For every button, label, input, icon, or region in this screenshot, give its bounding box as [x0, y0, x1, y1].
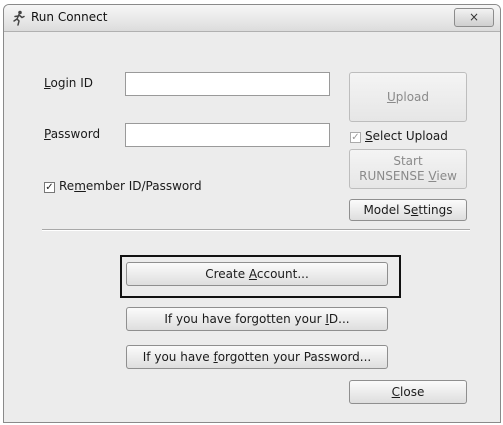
login-id-input[interactable] — [125, 72, 330, 96]
remember-label: Remember ID/Password — [59, 179, 202, 193]
forgot-id-button[interactable]: If you have forgotten your ID... — [126, 307, 388, 331]
select-upload-checkbox[interactable]: ✓ — [350, 132, 361, 143]
close-button[interactable]: Close — [349, 380, 467, 404]
model-settings-button[interactable]: Model Settings — [349, 199, 467, 221]
select-upload-label: Select Upload — [365, 129, 448, 143]
runner-icon — [11, 10, 27, 26]
title-bar[interactable]: Run Connect × — [4, 5, 500, 32]
password-input[interactable] — [125, 123, 330, 147]
remember-checkbox[interactable]: ✓ — [44, 182, 55, 193]
window-close-button[interactable]: × — [454, 8, 494, 27]
run-connect-window: Run Connect × Login ID Password ✓ Rememb… — [3, 4, 501, 423]
start-line2: RUNSENSE View — [359, 169, 457, 183]
check-icon: ✓ — [351, 132, 360, 143]
password-label: Password — [44, 127, 101, 141]
upload-button[interactable]: Upload — [349, 72, 467, 122]
close-icon: × — [468, 10, 480, 24]
login-id-label: Login ID — [44, 76, 93, 90]
start-runsense-view-button[interactable]: Start RUNSENSE View — [349, 149, 467, 189]
check-icon: ✓ — [45, 182, 54, 193]
create-account-button[interactable]: Create Account... — [126, 262, 388, 286]
start-line1: Start — [393, 154, 423, 168]
window-title: Run Connect — [31, 10, 108, 24]
forgot-password-button[interactable]: If you have forgotten your Password... — [126, 345, 388, 369]
divider — [42, 229, 470, 231]
